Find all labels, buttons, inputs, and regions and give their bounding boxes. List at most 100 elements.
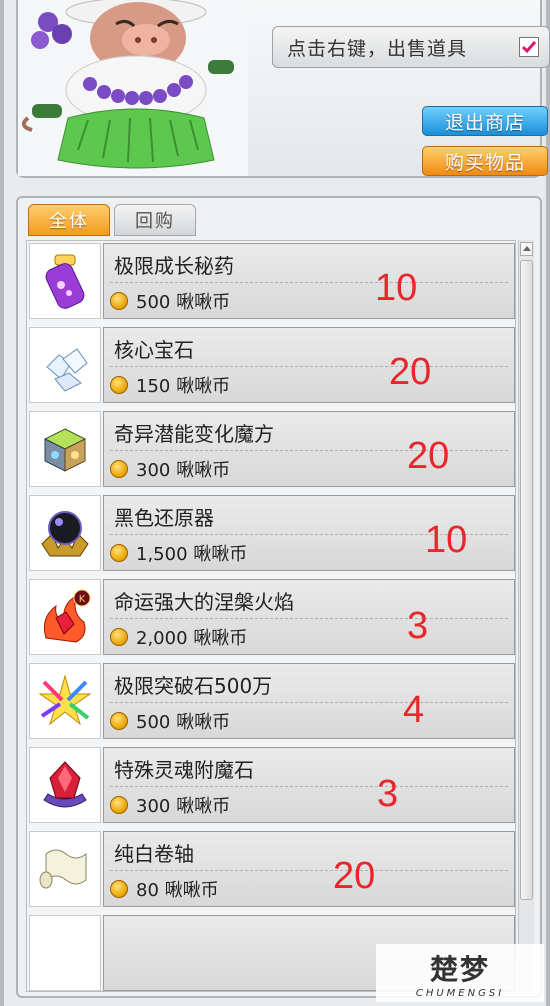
item-row[interactable]: K 命运强大的涅槃火焰 2,000 啾啾币 3: [27, 577, 515, 659]
item-name: 奇异潜能变化魔方: [114, 422, 274, 446]
buy-items-label: 购买物品: [444, 151, 525, 174]
item-price-row: 80 啾啾币: [110, 876, 219, 902]
item-row[interactable]: 核心宝石 150 啾啾币 20: [27, 325, 515, 407]
exit-shop-button[interactable]: 退出商店: [422, 106, 548, 136]
item-price: 500 啾啾币: [136, 712, 231, 733]
item-info: 命运强大的涅槃火焰 2,000 啾啾币: [103, 579, 515, 655]
coin-icon: [110, 292, 128, 310]
item-info: 纯白卷轴 80 啾啾币: [103, 831, 515, 907]
item-row[interactable]: 特殊灵魂附魔石 300 啾啾币 3: [27, 745, 515, 827]
purple-potion-vial-icon: [45, 254, 85, 309]
item-name: 极限突破石500万: [114, 674, 273, 698]
item-price: 2,000 啾啾币: [136, 628, 248, 649]
item-quantity-annotation: 20: [407, 435, 450, 477]
item-name: 特殊灵魂附魔石: [114, 758, 254, 782]
watermark-logo-text: 楚梦: [429, 952, 490, 986]
item-price-row: 300 啾啾币: [110, 456, 230, 482]
empty-icon-cell: [29, 915, 101, 991]
item-row[interactable]: 极限成长秘药 500 啾啾币 10: [27, 241, 515, 323]
shop-tabs: 全体 回购: [28, 204, 196, 238]
divider: [110, 786, 508, 787]
exit-shop-label: 退出商店: [444, 111, 525, 134]
coin-icon: [110, 544, 128, 562]
item-icon-cell: [29, 495, 101, 571]
item-row[interactable]: 奇异潜能变化魔方 300 啾啾币 20: [27, 409, 515, 491]
item-price: 300 啾啾币: [136, 796, 231, 817]
divider: [110, 366, 508, 367]
coin-icon: [110, 460, 128, 478]
item-quantity-annotation: 10: [375, 267, 418, 309]
coin-icon: [110, 796, 128, 814]
check-icon: [521, 41, 537, 54]
item-quantity-annotation: 20: [389, 351, 432, 393]
divider: [110, 618, 508, 619]
merchant-npc-portrait: [18, 0, 248, 176]
item-icon-cell: [29, 243, 101, 319]
scrollbar-thumb[interactable]: [520, 260, 533, 900]
item-info: 特殊灵魂附魔石 300 啾啾币: [103, 747, 515, 823]
sell-on-right-click-toggle[interactable]: 点击右键，出售道具: [272, 26, 550, 68]
item-price: 500 啾啾币: [136, 292, 231, 313]
item-icon-cell: [29, 663, 101, 739]
item-list-panel: 全体 回购 极限成长秘药 500 啾啾币 10 核心宝石 150 啾啾币 20 …: [16, 196, 542, 998]
item-quantity-annotation: 3: [377, 773, 399, 815]
red-soul-gem-icon: [43, 761, 87, 808]
item-icon-cell: [29, 327, 101, 403]
item-price-row: 2,000 啾啾币: [110, 624, 247, 650]
item-icon-cell: [29, 831, 101, 907]
item-icon-cell: [29, 411, 101, 487]
black-orb-restorer-icon: [41, 511, 89, 557]
item-info: 极限成长秘药 500 啾啾币: [103, 243, 515, 319]
item-name: 核心宝石: [114, 338, 194, 362]
item-quantity-annotation: 10: [425, 519, 468, 561]
watermark: 楚梦 CHUMENGSI: [376, 944, 544, 1002]
item-price-row: 500 啾啾币: [110, 708, 230, 734]
rainbow-star-burst-icon: [38, 674, 92, 726]
item-price: 300 啾啾币: [136, 460, 231, 481]
sell-toggle-label: 点击右键，出售道具: [287, 37, 468, 60]
coin-icon: [110, 628, 128, 646]
shop-window: 点击右键，出售道具 退出商店 购买物品 全体 回购 极限成长秘药 500 啾啾币…: [0, 0, 550, 1006]
divider: [110, 282, 508, 283]
item-quantity-annotation: 3: [407, 605, 429, 647]
scroll-up-arrow-icon[interactable]: [520, 242, 533, 256]
item-icon-cell: [29, 747, 101, 823]
coin-icon: [110, 880, 128, 898]
shop-header: 点击右键，出售道具 退出商店 购买物品: [16, 0, 550, 178]
item-info: 奇异潜能变化魔方 300 啾啾币: [103, 411, 515, 487]
sell-toggle-checkbox[interactable]: [519, 37, 539, 57]
item-name: 极限成长秘药: [114, 254, 234, 278]
item-icon-cell: K: [29, 579, 101, 655]
item-list-scrollbar[interactable]: [518, 240, 534, 992]
watermark-subtext: CHUMENGSI: [415, 987, 505, 999]
item-price-row: 500 啾啾币: [110, 288, 230, 314]
item-list: 极限成长秘药 500 啾啾币 10 核心宝石 150 啾啾币 20 奇异潜能变化…: [26, 240, 516, 992]
item-price-row: 1,500 啾啾币: [110, 540, 247, 566]
item-name: 命运强大的涅槃火焰: [114, 590, 294, 614]
divider: [110, 870, 508, 871]
tab-all[interactable]: 全体: [28, 204, 110, 236]
item-row[interactable]: 黑色还原器 1,500 啾啾币 10: [27, 493, 515, 575]
item-info: 极限突破石500万 500 啾啾币: [103, 663, 515, 739]
item-price: 80 啾啾币: [136, 880, 219, 901]
item-price-row: 300 啾啾币: [110, 792, 230, 818]
item-price: 150 啾啾币: [136, 376, 231, 397]
svg-text:K: K: [79, 594, 86, 605]
item-info: 核心宝石 150 啾啾币: [103, 327, 515, 403]
item-row[interactable]: 极限突破石500万 500 啾啾币 4: [27, 661, 515, 743]
item-row[interactable]: 纯白卷轴 80 啾啾币 20: [27, 829, 515, 911]
nirvana-flame-crystal-icon: K: [43, 589, 91, 643]
item-quantity-annotation: 4: [403, 689, 425, 731]
item-name: 纯白卷轴: [114, 842, 194, 866]
tab-buyback[interactable]: 回购: [114, 204, 196, 236]
divider: [110, 702, 508, 703]
white-crystal-cluster-icon: [46, 348, 88, 392]
item-price-row: 150 啾啾币: [110, 372, 230, 398]
item-quantity-annotation: 20: [333, 855, 376, 897]
magic-cube-icon: [43, 428, 87, 472]
coin-icon: [110, 376, 128, 394]
item-name: 黑色还原器: [114, 506, 214, 530]
white-scroll-icon: [39, 849, 87, 889]
item-price: 1,500 啾啾币: [136, 544, 248, 565]
buy-items-button[interactable]: 购买物品: [422, 146, 548, 176]
